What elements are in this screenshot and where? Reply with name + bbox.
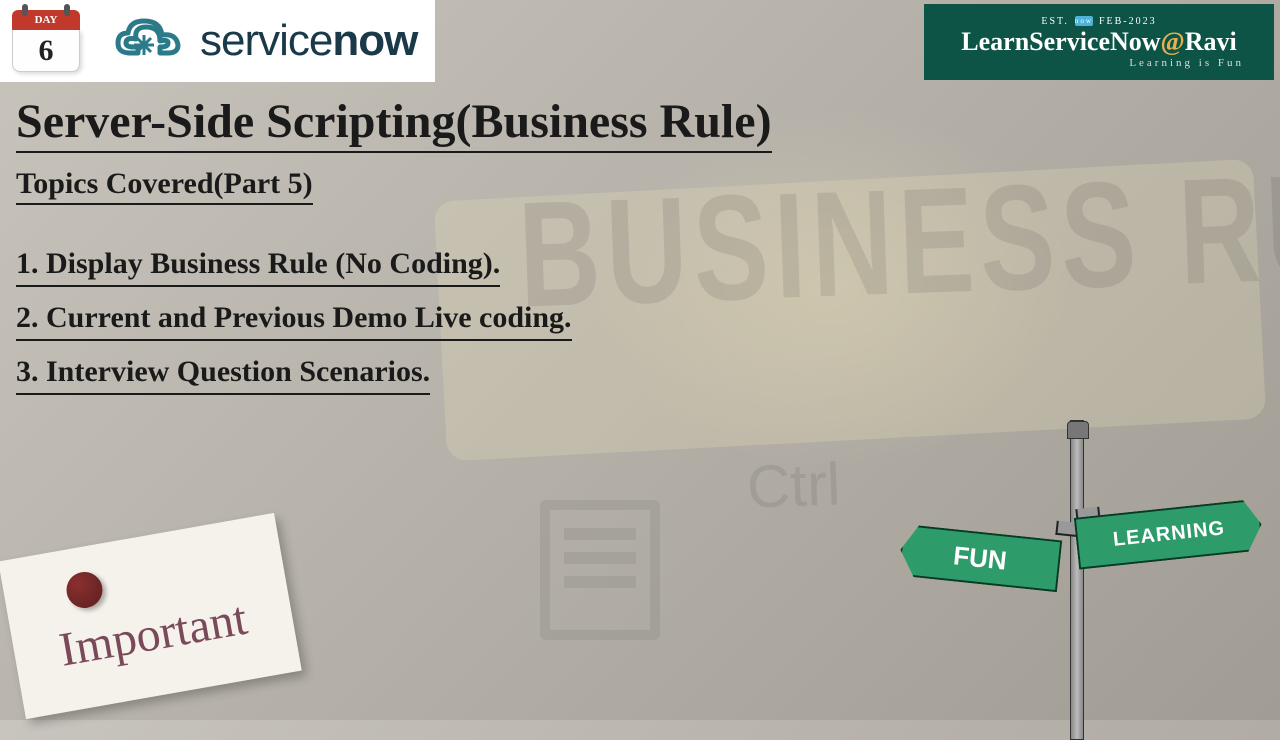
page-title: Server-Side Scripting(Business Rule) xyxy=(16,94,772,153)
cloud-icon xyxy=(110,13,190,69)
calendar-day-number: 6 xyxy=(12,30,80,72)
channel-badge: EST. now FEB-2023 LearnServiceNow@Ravi L… xyxy=(924,4,1274,80)
pushpin-icon xyxy=(64,569,106,611)
pole-cap xyxy=(1067,421,1089,439)
brand-bold: now xyxy=(332,16,417,65)
est-badge-icon: now xyxy=(1075,16,1093,26)
channel-at-icon: @ xyxy=(1161,27,1185,56)
servicenow-wordmark: servicenow xyxy=(200,16,417,66)
est-left: EST. xyxy=(1041,16,1069,27)
channel-established: EST. now FEB-2023 xyxy=(1041,16,1156,27)
sign-learning: LEARNING xyxy=(1074,498,1264,569)
sign-fun: FUN xyxy=(898,524,1063,592)
channel-author: Ravi xyxy=(1185,27,1237,56)
bg-document-icon xyxy=(540,500,660,640)
brand-prefix: service xyxy=(200,16,332,65)
est-right: FEB-2023 xyxy=(1099,16,1157,27)
signpost-graphic: FUN LEARNING xyxy=(880,400,1240,740)
top-logo-bar: DAY 6 servicenow xyxy=(0,0,435,82)
bg-ctrl-key: Ctrl xyxy=(746,449,842,521)
day-calendar-icon: DAY 6 xyxy=(0,0,92,82)
channel-tagline: Learning is Fun xyxy=(1129,57,1244,69)
signpost-pole xyxy=(1070,420,1084,740)
servicenow-logo: servicenow xyxy=(92,0,435,82)
topic-item: 3. Interview Question Scenarios. xyxy=(16,355,430,395)
main-content: Server-Side Scripting(Business Rule) Top… xyxy=(16,94,1264,395)
channel-name-main: LearnServiceNow xyxy=(961,27,1160,56)
calendar-label: DAY xyxy=(12,10,80,30)
topic-item: 2. Current and Previous Demo Live coding… xyxy=(16,301,572,341)
page-subtitle: Topics Covered(Part 5) xyxy=(16,167,313,205)
topics-list: 1. Display Business Rule (No Coding). 2.… xyxy=(16,247,1264,395)
channel-name: LearnServiceNow@Ravi xyxy=(961,27,1236,57)
topic-item: 1. Display Business Rule (No Coding). xyxy=(16,247,500,287)
